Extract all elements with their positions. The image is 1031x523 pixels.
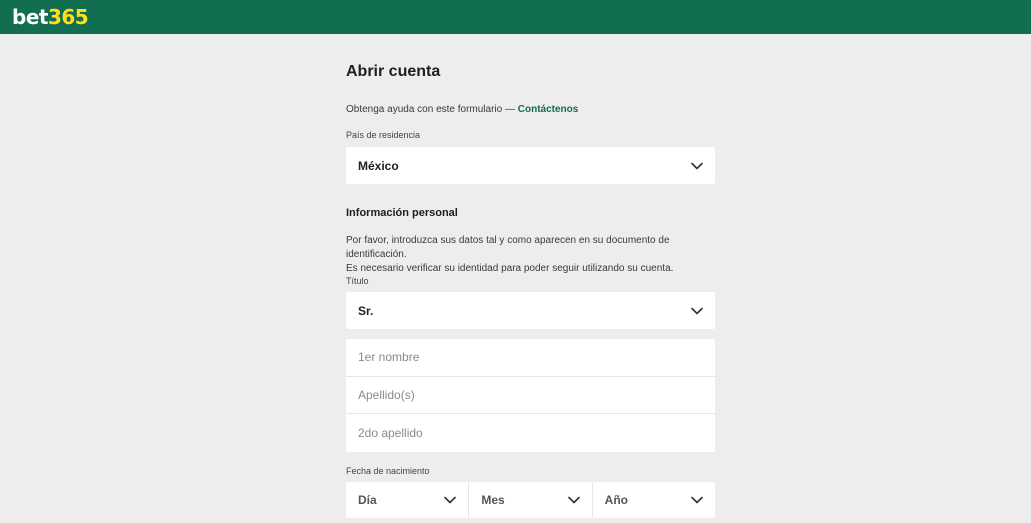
contact-link[interactable]: Contáctenos [518, 104, 579, 115]
personal-info-heading: Información personal [346, 207, 458, 219]
dob-month-select[interactable]: Mes [469, 482, 593, 518]
chevron-down-icon [691, 162, 703, 169]
name-fields [346, 339, 715, 452]
dob-month-text: Mes [481, 493, 505, 507]
chevron-down-icon [691, 496, 703, 504]
chevron-down-icon [567, 496, 580, 504]
first-name-input[interactable] [346, 339, 715, 377]
title-value: Sr. [358, 303, 374, 318]
chevron-down-icon [444, 496, 457, 504]
page-title: Abrir cuenta [346, 63, 441, 80]
help-text: Obtenga ayuda con este formulario — [346, 104, 518, 115]
country-select[interactable]: México [346, 147, 715, 184]
dob-year-select[interactable]: Año [593, 482, 715, 518]
help-line: Obtenga ayuda con este formulario — Cont… [346, 104, 578, 115]
personal-info-text: Por favor, introduzca sus datos tal y co… [346, 234, 715, 276]
bet365-logo[interactable]: bet 365 [12, 5, 89, 29]
title-select[interactable]: Sr. [346, 292, 715, 329]
dob-day-select[interactable]: Día [346, 482, 470, 518]
dob-label: Fecha de nacimiento [346, 466, 430, 476]
title-label: Título [346, 276, 369, 286]
country-value: México [358, 158, 399, 173]
second-surname-input[interactable] [346, 414, 715, 452]
country-label: País de residencia [346, 130, 421, 140]
info-line-1: Por favor, introduzca sus datos tal y co… [346, 235, 670, 260]
logo-bet-text: bet [12, 5, 48, 29]
chevron-down-icon [691, 307, 703, 314]
info-line-2: Es necesario verificar su identidad para… [346, 263, 674, 274]
logo-365-text: 365 [47, 5, 89, 29]
dob-day-text: Día [358, 493, 377, 507]
dob-year-text: Año [604, 493, 628, 507]
top-bar: bet 365 [0, 0, 1031, 34]
surname-input[interactable] [346, 376, 715, 414]
dob-selects: Día Mes Año [346, 482, 715, 518]
